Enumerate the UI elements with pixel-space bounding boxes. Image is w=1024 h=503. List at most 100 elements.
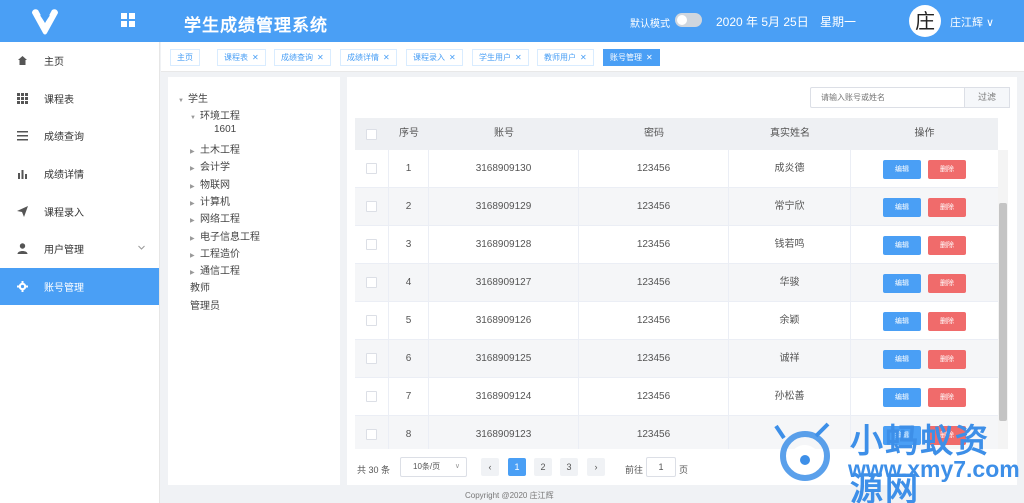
delete-button[interactable]: 删除	[928, 198, 966, 217]
cell-name: 成炎德	[729, 150, 851, 188]
sidebar-item-label: 课程表	[44, 94, 74, 106]
tab-course-entry[interactable]: 课程录入 ✕	[406, 49, 463, 66]
cell-password: 123456	[579, 150, 729, 188]
scrollbar-thumb[interactable]	[999, 203, 1007, 421]
avatar[interactable]: 庄	[909, 5, 941, 37]
filter-button[interactable]: 过滤	[964, 87, 1010, 108]
tab-schedule[interactable]: 课程表 ✕	[217, 49, 266, 66]
cell-no: 2	[389, 188, 429, 226]
tree-node-teachers[interactable]: 教师	[190, 279, 210, 294]
tree-node-major[interactable]: ▶ 网络工程	[190, 210, 240, 225]
tree-node-major[interactable]: ▼ 环境工程	[190, 107, 240, 122]
row-checkbox[interactable]	[366, 277, 377, 288]
close-icon[interactable]: ✕	[580, 53, 587, 62]
edit-button[interactable]: 编辑	[883, 160, 921, 179]
row-checkbox[interactable]	[366, 315, 377, 326]
row-checkbox[interactable]	[366, 429, 377, 440]
tree-node-class[interactable]: 1601	[214, 124, 236, 135]
sidebar-item-user-management[interactable]: 用户管理	[0, 230, 159, 268]
accounts-table: 序号 账号 密码 真实姓名 操作 1 3168909130 123456 成炎德 编辑删…	[355, 118, 1008, 449]
close-icon[interactable]: ✕	[515, 53, 522, 62]
cell-name: 常宁欣	[729, 188, 851, 226]
app-title: 学生成绩管理系统	[184, 16, 328, 35]
tree-node-major[interactable]: ▶ 计算机	[190, 193, 230, 208]
row-checkbox[interactable]	[366, 391, 377, 402]
page-button-3[interactable]: 3	[560, 458, 578, 476]
caret-right-icon: ▶	[190, 236, 195, 242]
next-page-button[interactable]: ›	[587, 458, 605, 476]
sidebar-item-course-entry[interactable]: 课程录入	[0, 192, 159, 230]
close-icon[interactable]: ✕	[252, 53, 259, 62]
header-account: 账号	[494, 128, 514, 139]
user-menu[interactable]: 庄江辉 ∨	[950, 14, 994, 30]
grid-menu-icon[interactable]	[120, 12, 136, 28]
table-row: 6 3168909125 123456 诚祥 编辑 删除	[355, 340, 998, 378]
tree-node-students[interactable]: ▼ 学生	[178, 90, 208, 105]
tree-node-major[interactable]: ▶ 物联网	[190, 176, 230, 191]
tab-teacher-users[interactable]: 教师用户 ✕	[537, 49, 594, 66]
edit-button[interactable]: 编辑	[883, 350, 921, 369]
theme-mode-toggle[interactable]	[675, 13, 702, 27]
cell-actions	[851, 150, 998, 188]
sidebar-item-home[interactable]: 主页	[0, 42, 159, 80]
tab-score-detail[interactable]: 成绩详情 ✕	[340, 49, 397, 66]
goto-page-input[interactable]: 1	[646, 457, 676, 477]
tree-node-admins[interactable]: 管理员	[190, 297, 220, 312]
tab-student-users[interactable]: 学生用户 ✕	[472, 49, 529, 66]
tab-score-query[interactable]: 成绩查询 ✕	[274, 49, 331, 66]
header-password: 密码	[644, 128, 664, 139]
edit-button[interactable]: 编辑	[883, 312, 921, 331]
prev-page-button[interactable]: ‹	[481, 458, 499, 476]
edit-button[interactable]: 编辑	[883, 274, 921, 293]
caret-down-icon: ▼	[178, 98, 184, 104]
page-button-1[interactable]: 1	[508, 458, 526, 476]
delete-button[interactable]: 删除	[928, 236, 966, 255]
tree-node-major[interactable]: ▶ 电子信息工程	[190, 228, 260, 243]
caret-right-icon: ▶	[190, 184, 195, 190]
tab-account-management[interactable]: 账号管理 ✕	[603, 49, 660, 66]
sidebar-item-score-query[interactable]: 成绩查询	[0, 117, 159, 155]
row-checkbox[interactable]	[366, 239, 377, 250]
close-icon[interactable]: ✕	[449, 53, 456, 62]
cell-no: 5	[389, 302, 429, 340]
sidebar-item-score-detail[interactable]: 成绩详情	[0, 155, 159, 193]
tree-node-major[interactable]: ▶ 工程造价	[190, 245, 240, 260]
cell-actions	[851, 264, 998, 302]
search-input[interactable]	[810, 87, 965, 108]
delete-button[interactable]: 删除	[928, 274, 966, 293]
sidebar-item-schedule[interactable]: 课程表	[0, 80, 159, 118]
page-button-2[interactable]: 2	[534, 458, 552, 476]
tree-node-major[interactable]: ▶ 土木工程	[190, 141, 240, 156]
close-icon[interactable]: ✕	[646, 53, 653, 62]
delete-button[interactable]: 删除	[928, 160, 966, 179]
cell-actions	[851, 340, 998, 378]
user-icon	[16, 243, 28, 255]
tree-node-major[interactable]: ▶ 通信工程	[190, 262, 240, 277]
current-date: 2020 年 5月 25日	[716, 15, 809, 29]
sidebar-item-label: 用户管理	[44, 245, 84, 257]
delete-button[interactable]: 删除	[928, 312, 966, 331]
tab-home[interactable]: 主页	[170, 49, 200, 66]
edit-button[interactable]: 编辑	[883, 236, 921, 255]
header-actions: 操作	[914, 128, 935, 139]
edit-button[interactable]: 编辑	[883, 388, 921, 407]
caret-right-icon: ▶	[190, 166, 195, 172]
table-row: 7 3168909124 123456 孙松善 编辑 删除	[355, 378, 998, 416]
row-checkbox[interactable]	[366, 353, 377, 364]
page-size-select[interactable]: 10条/页 ∨	[400, 457, 467, 477]
select-all-checkbox[interactable]	[366, 129, 377, 140]
tree-node-major[interactable]: ▶ 会计学	[190, 158, 230, 173]
cell-password: 123456	[579, 264, 729, 302]
close-icon[interactable]: ✕	[383, 53, 390, 62]
close-icon[interactable]: ✕	[317, 53, 324, 62]
delete-button[interactable]: 删除	[928, 350, 966, 369]
send-icon	[16, 205, 28, 217]
delete-button[interactable]: 删除	[928, 388, 966, 407]
cell-actions	[851, 188, 998, 226]
sidebar-item-account-management[interactable]: 账号管理	[0, 267, 159, 306]
row-checkbox[interactable]	[366, 201, 377, 212]
edit-button[interactable]: 编辑	[883, 198, 921, 217]
cell-account: 3168909126	[429, 302, 579, 340]
row-checkbox[interactable]	[366, 163, 377, 174]
sidebar-item-label: 成绩详情	[44, 170, 84, 182]
